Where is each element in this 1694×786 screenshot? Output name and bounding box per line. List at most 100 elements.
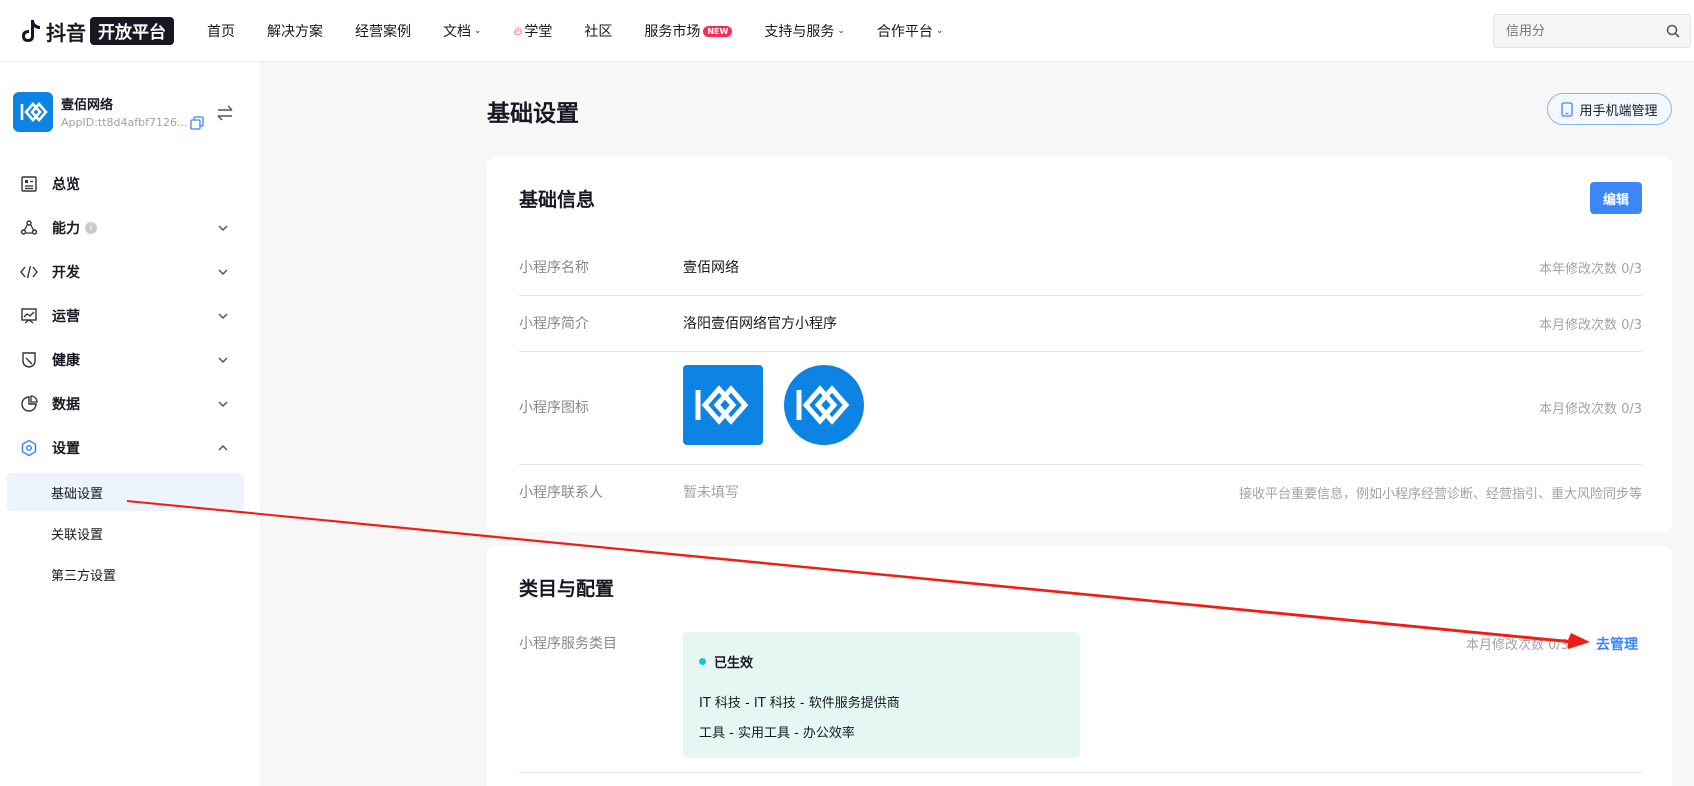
chevron-down-icon [218, 269, 228, 276]
douyin-logo-icon [22, 20, 40, 42]
new-badge: NEW [703, 25, 733, 37]
nav-label: 合作平台 [876, 24, 933, 40]
nav-label: 首页 [207, 24, 235, 40]
sidebar-menu: 总览 能力 i 开发 运营 健康 数据 设置 基础设置 关联设置 第三方设置 [0, 162, 260, 596]
nav-item-support[interactable]: 支持与服务 ⌄ [764, 21, 845, 41]
app-card: 壹佰网络 AppID:tt8d4afbf7126... [13, 92, 243, 137]
nav-item-academy[interactable]: 🔥︎ 学堂 [514, 21, 553, 41]
category-box: 已生效 IT 科技 - IT 科技 - 软件服务提供商 工具 - 实用工具 - … [683, 632, 1080, 758]
sidebar-item-settings[interactable]: 设置 [0, 426, 260, 470]
nav-item-home[interactable]: 首页 [207, 21, 235, 41]
category-line: IT 科技 - IT 科技 - 软件服务提供商 [699, 696, 900, 711]
row-value: 壹佰网络 [683, 260, 739, 276]
chevron-down-icon: ⌄ [837, 26, 845, 36]
nav-item-market[interactable]: 服务市场 NEW [644, 21, 733, 41]
manage-link[interactable]: 去管理 [1596, 634, 1638, 654]
status-dot-icon [699, 658, 706, 665]
sidebar-item-develop[interactable]: 开发 [0, 250, 260, 294]
row-value: 暂未填写 [683, 485, 739, 501]
health-icon [22, 352, 36, 368]
basic-info-card: 基础信息 编辑 小程序名称 壹佰网络 本年修改次数 0/3 小程序简介 洛阳壹佰… [487, 157, 1672, 532]
sidebar-item-label: 总览 [52, 177, 80, 193]
app-icon-circle [784, 365, 864, 445]
app-id: AppID:tt8d4afbf7126... [61, 116, 188, 129]
sidebar-item-label: 能力 [52, 221, 80, 237]
main-nav: 首页 解决方案 经营案例 文档 ⌄ 🔥︎ 学堂 社区 服务市场 NEW 支持与服务 ⌄ … [207, 0, 975, 62]
row-app-icon: 小程序图标 本月修改次数 0/3 [519, 352, 1642, 465]
code-icon [20, 265, 38, 279]
sidebar-subitem-label: 关联设置 [51, 527, 104, 543]
logo-text: 抖音 [46, 20, 86, 45]
sidebar: 壹佰网络 AppID:tt8d4afbf7126... 总览 能力 i 开发 运… [0, 62, 260, 786]
row-label: 小程序图标 [519, 400, 589, 416]
sidebar-item-operation[interactable]: 运营 [0, 294, 260, 338]
category-modify-count: 本月修改次数 0/3 [1466, 638, 1570, 653]
nav-item-docs[interactable]: 文档 ⌄ [443, 21, 482, 41]
mobile-manage-button[interactable]: 用手机端管理 [1547, 93, 1672, 125]
phone-icon [1561, 101, 1574, 117]
switch-app-icon[interactable] [216, 105, 234, 121]
nav-item-community[interactable]: 社区 [584, 21, 612, 41]
nav-label: 学堂 [524, 24, 553, 40]
nav-label: 文档 [443, 24, 471, 40]
copy-icon[interactable] [190, 116, 204, 130]
app-logo-icon [20, 102, 48, 122]
edit-button[interactable]: 编辑 [1590, 182, 1642, 214]
info-icon[interactable]: i [85, 222, 97, 234]
divider [519, 772, 1642, 773]
sidebar-subitem-basic-settings[interactable]: 基础设置 [7, 473, 244, 511]
row-label: 小程序联系人 [519, 485, 603, 501]
chevron-up-icon [218, 444, 228, 451]
top-navigation-bar: 抖音 开放平台 首页 解决方案 经营案例 文档 ⌄ 🔥︎ 学堂 社区 服务市场 NEW… [0, 0, 1694, 62]
chevron-down-icon [218, 401, 228, 408]
sidebar-item-data[interactable]: 数据 [0, 382, 260, 426]
sidebar-subitem-association-settings[interactable]: 关联设置 [7, 514, 244, 552]
sidebar-subitem-third-party-settings[interactable]: 第三方设置 [7, 555, 244, 593]
chevron-down-icon [218, 357, 228, 364]
search-box [1493, 14, 1691, 48]
category-card: 类目与配置 小程序服务类目 已生效 IT 科技 - IT 科技 - 软件服务提供… [487, 546, 1672, 786]
page-title: 基础设置 [487, 101, 579, 127]
sidebar-subitem-label: 基础设置 [51, 486, 104, 502]
category-title: 类目与配置 [519, 578, 615, 600]
app-logo-icon [796, 385, 850, 425]
category-line: 工具 - 实用工具 - 办公效率 [699, 726, 855, 741]
mobile-manage-label: 用手机端管理 [1579, 103, 1658, 119]
row-label: 小程序名称 [519, 260, 589, 276]
nav-label: 支持与服务 [764, 24, 835, 40]
sidebar-item-health[interactable]: 健康 [0, 338, 260, 382]
basic-info-title: 基础信息 [519, 189, 596, 211]
search-input[interactable] [1506, 23, 1656, 39]
search-icon[interactable] [1666, 24, 1680, 38]
nav-item-solutions[interactable]: 解决方案 [267, 21, 323, 41]
category-row-label: 小程序服务类目 [519, 636, 617, 652]
row-app-intro: 小程序简介 洛阳壹佰网络官方小程序 本月修改次数 0/3 [519, 296, 1642, 352]
nav-label: 社区 [584, 24, 613, 40]
nav-item-cases[interactable]: 经营案例 [355, 21, 411, 41]
douyin-open-platform-logo[interactable]: 抖音 开放平台 [20, 17, 174, 45]
chevron-down-icon [218, 313, 228, 320]
row-value: 洛阳壹佰网络官方小程序 [683, 316, 837, 332]
ability-icon [20, 220, 38, 235]
sidebar-item-label: 数据 [52, 397, 80, 413]
sidebar-subitem-label: 第三方设置 [51, 568, 117, 584]
row-modify-count: 本年修改次数 0/3 [1538, 262, 1642, 277]
row-label: 小程序简介 [519, 316, 589, 332]
sidebar-item-label: 开发 [52, 265, 80, 281]
row-hint: 接收平台重要信息，例如小程序经营诊断、经营指引、重大风险同步等 [1238, 487, 1642, 502]
app-avatar [13, 92, 53, 132]
chevron-down-icon: ⌄ [474, 26, 482, 36]
sidebar-item-overview[interactable]: 总览 [0, 162, 260, 206]
sidebar-item-ability[interactable]: 能力 i [0, 206, 260, 250]
fire-icon: 🔥︎ [513, 23, 523, 38]
row-modify-count: 本月修改次数 0/3 [1538, 318, 1642, 333]
status-label: 已生效 [714, 656, 754, 671]
logo-badge: 开放平台 [90, 17, 174, 45]
row-app-contact: 小程序联系人 暂未填写 接收平台重要信息，例如小程序经营诊断、经营指引、重大风险… [519, 465, 1642, 521]
status-badge: 已生效 [699, 652, 753, 671]
chevron-down-icon [218, 225, 228, 232]
chevron-down-icon: ⌄ [935, 26, 944, 36]
sidebar-item-label: 设置 [52, 441, 80, 457]
operation-icon [21, 308, 37, 324]
nav-item-partners[interactable]: 合作平台 ⌄ [877, 21, 944, 41]
